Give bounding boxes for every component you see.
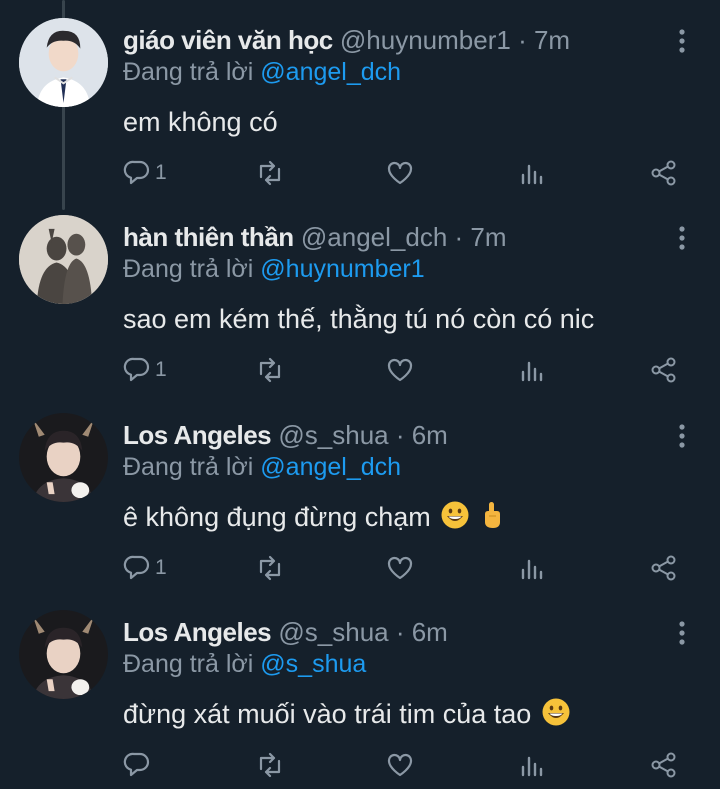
tweet-header: hàn thiên thần @angel_dch · 7m [123, 221, 660, 253]
timestamp: · 7m [454, 222, 507, 252]
tweet-text-content: đừng xát muối vào trái tim của tao [123, 699, 532, 729]
action-bar: 1 [0, 155, 720, 191]
like-button[interactable] [386, 747, 414, 783]
share-button[interactable] [650, 747, 678, 783]
timestamp: · 6m [395, 617, 448, 647]
replying-to-label: Đang trả lời [123, 255, 254, 283]
like-icon [387, 556, 413, 580]
more-icon[interactable] [670, 223, 694, 253]
display-name[interactable]: giáo viên văn học [123, 25, 333, 55]
tweet[interactable]: Los Angeles @s_shua · 6m Đang trả lời @s… [0, 592, 720, 789]
like-button[interactable] [386, 155, 414, 191]
retweet-button[interactable] [256, 155, 284, 191]
views-button[interactable] [518, 352, 546, 388]
timestamp: · 7m [518, 25, 571, 55]
user-handle[interactable]: @huynumber1 [340, 25, 511, 55]
share-icon [651, 555, 676, 581]
tweet-header: giáo viên văn học @huynumber1 · 7m [123, 24, 660, 56]
share-button[interactable] [650, 155, 678, 191]
user-handle[interactable]: @s_shua [278, 617, 388, 647]
tweet-text: ê không đụng đừng chạm [123, 499, 504, 539]
retweet-icon [259, 555, 281, 581]
replying-to: Đang trả lời @huynumber1 [123, 253, 425, 285]
reply-button[interactable]: 1 [123, 550, 167, 586]
reply-icon [123, 555, 150, 580]
tweet-text: sao em kém thế, thằng tú nó còn có nic [123, 301, 594, 337]
tweet[interactable]: hàn thiên thần @angel_dch · 7m Đang trả … [0, 197, 720, 394]
tweet-text: em không có [123, 104, 278, 140]
reply-icon [123, 160, 150, 185]
like-icon [387, 753, 413, 777]
retweet-icon [259, 357, 281, 383]
mention-link[interactable]: @s_shua [260, 650, 366, 678]
more-icon[interactable] [670, 618, 694, 648]
replying-to-label: Đang trả lời [123, 58, 254, 86]
grinning-face-emoji [440, 500, 470, 539]
tweet-header: Los Angeles @s_shua · 6m [123, 616, 660, 648]
display-name[interactable]: hàn thiên thần [123, 222, 294, 252]
share-button[interactable] [650, 550, 678, 586]
like-button[interactable] [386, 352, 414, 388]
tweet[interactable]: Los Angeles @s_shua · 6m Đang trả lời @a… [0, 395, 720, 592]
more-icon[interactable] [670, 421, 694, 451]
tweet-text-content: ê không đụng đừng chạm [123, 502, 431, 532]
more-icon[interactable] [670, 26, 694, 56]
replying-to: Đang trả lời @s_shua [123, 648, 366, 680]
like-icon [387, 358, 413, 382]
reply-count: 1 [155, 556, 167, 579]
views-button[interactable] [518, 550, 546, 586]
reply-button[interactable] [123, 747, 155, 783]
retweet-icon [259, 160, 281, 186]
views-icon [521, 756, 543, 777]
middle-finger-emoji [480, 500, 504, 539]
share-button[interactable] [650, 352, 678, 388]
share-icon [651, 160, 676, 186]
views-button[interactable] [518, 155, 546, 191]
retweet-icon [259, 752, 281, 778]
grinning-face-emoji [541, 697, 571, 736]
share-icon [651, 752, 676, 778]
replying-to-label: Đang trả lời [123, 453, 254, 481]
reply-icon [123, 752, 150, 777]
mention-link[interactable]: @angel_dch [260, 453, 401, 481]
views-icon [521, 361, 543, 382]
replying-to: Đang trả lời @angel_dch [123, 451, 401, 483]
like-button[interactable] [386, 550, 414, 586]
views-icon [521, 559, 543, 580]
reply-icon [123, 357, 150, 382]
avatar[interactable] [19, 413, 108, 502]
mention-link[interactable]: @huynumber1 [260, 255, 424, 283]
replying-to-label: Đang trả lời [123, 650, 254, 678]
views-icon [521, 164, 543, 185]
tweet-text: đừng xát muối vào trái tim của tao [123, 696, 571, 736]
tweet-text-content: em không có [123, 107, 278, 137]
timestamp: · 6m [395, 420, 448, 450]
reply-button[interactable]: 1 [123, 352, 167, 388]
action-bar: 1 [0, 550, 720, 586]
replying-to: Đang trả lời @angel_dch [123, 56, 401, 88]
avatar[interactable] [19, 18, 108, 107]
like-icon [387, 161, 413, 185]
share-icon [651, 357, 676, 383]
retweet-button[interactable] [256, 352, 284, 388]
action-bar: 1 [0, 352, 720, 388]
views-button[interactable] [518, 747, 546, 783]
avatar[interactable] [19, 215, 108, 304]
display-name[interactable]: Los Angeles [123, 420, 272, 450]
tweet-text-content: sao em kém thế, thằng tú nó còn có nic [123, 304, 595, 334]
tweet-header: Los Angeles @s_shua · 6m [123, 419, 660, 451]
tweet[interactable]: giáo viên văn học @huynumber1 · 7m Đang … [0, 0, 720, 197]
retweet-button[interactable] [256, 747, 284, 783]
reply-count: 1 [155, 161, 167, 184]
reply-count: 1 [155, 358, 167, 381]
user-handle[interactable]: @s_shua [278, 420, 388, 450]
reply-button[interactable]: 1 [123, 155, 167, 191]
avatar[interactable] [19, 610, 108, 699]
retweet-button[interactable] [256, 550, 284, 586]
mention-link[interactable]: @angel_dch [260, 58, 401, 86]
action-bar [0, 747, 720, 783]
display-name[interactable]: Los Angeles [123, 617, 272, 647]
user-handle[interactable]: @angel_dch [301, 222, 447, 252]
